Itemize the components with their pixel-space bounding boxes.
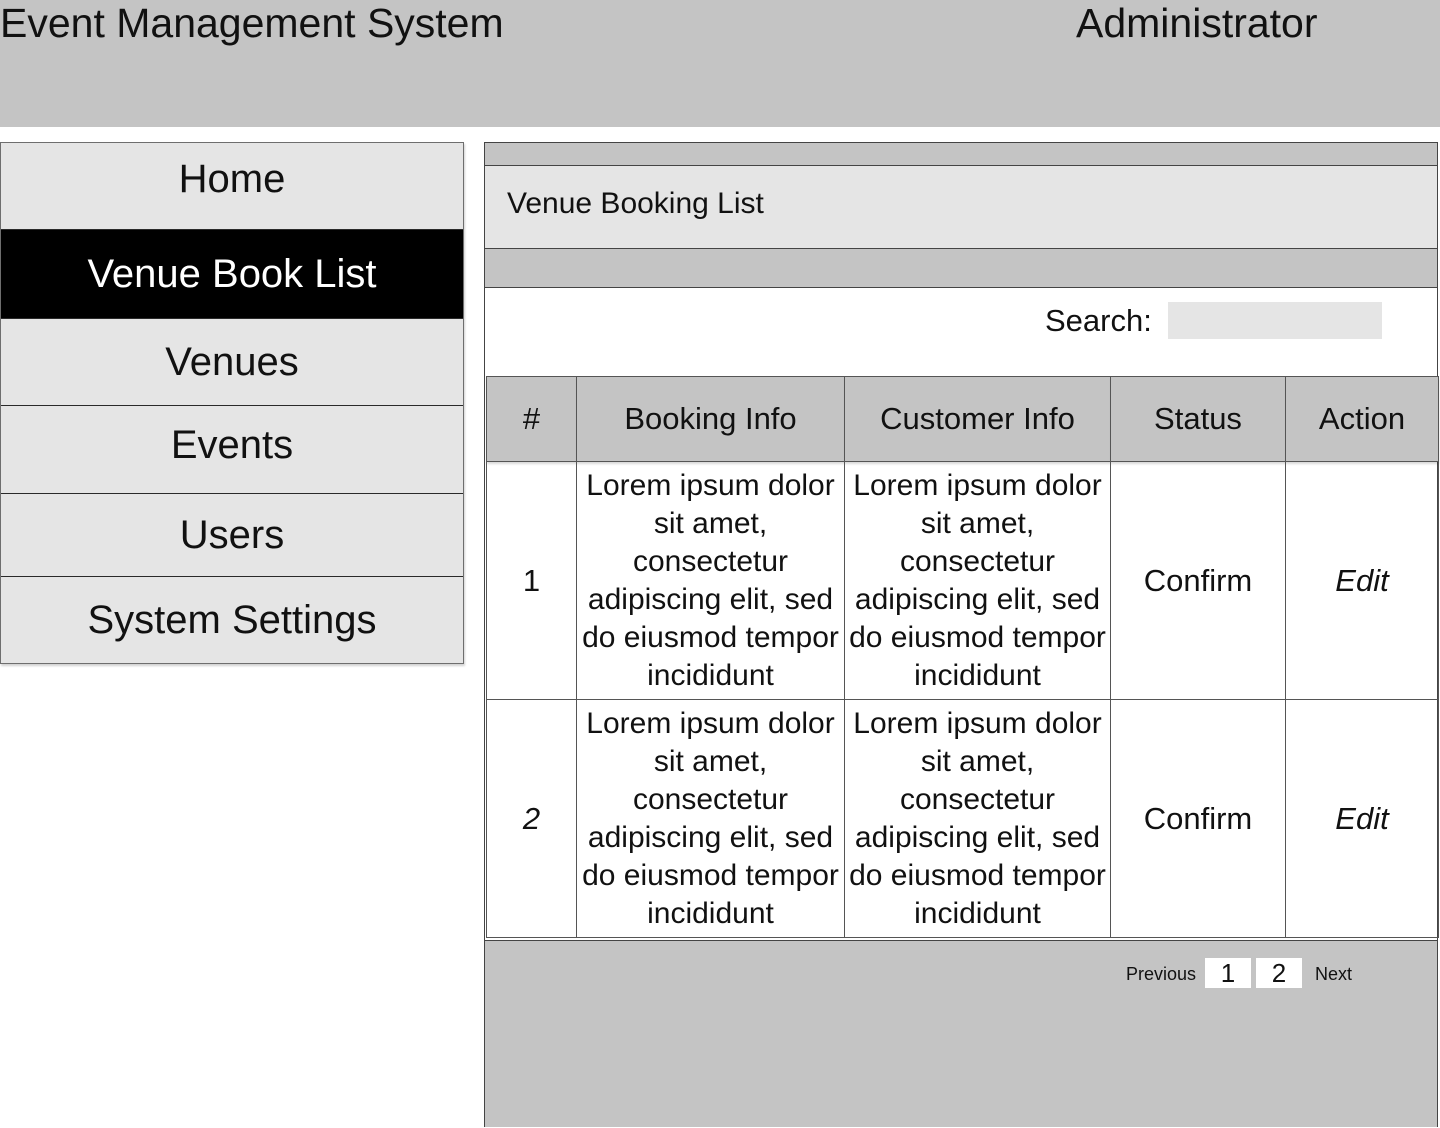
sidebar-item-label: Venue Book List (87, 251, 377, 296)
row-number: 2 (486, 699, 577, 938)
sidebar-item-venues[interactable]: Venues (1, 319, 463, 406)
panel-title-bar: Venue Booking List (485, 166, 1437, 249)
app-header: Event Management System Administrator (0, 0, 1440, 127)
sidebar-item-events[interactable]: Events (1, 406, 463, 494)
sidebar-item-label: Home (178, 156, 286, 201)
customer-info-cell: Lorem ipsum dolor sit amet, consectetur … (844, 699, 1111, 938)
status-cell: Confirm (1110, 699, 1286, 938)
page-title: Venue Booking List (507, 187, 764, 220)
user-name[interactable]: Administrator (1076, 0, 1318, 46)
status-cell: Confirm (1110, 461, 1286, 700)
sidebar-item-system-settings[interactable]: System Settings (1, 577, 463, 663)
row-number: 1 (486, 461, 577, 700)
sidebar-item-label: System Settings (87, 597, 377, 642)
search-input[interactable] (1168, 302, 1382, 339)
main-panel: Venue Booking List Search: # Booking Inf… (484, 142, 1439, 1127)
pagination-next[interactable]: Next (1315, 963, 1352, 985)
sidebar-item-label: Events (170, 423, 294, 467)
table-row: 2 Lorem ipsum dolor sit amet, consectetu… (486, 699, 1439, 938)
pagination-page-2[interactable]: 2 (1256, 958, 1302, 988)
column-header-customer-info[interactable]: Customer Info (844, 376, 1111, 462)
sidebar-item-users[interactable]: Users (1, 494, 463, 577)
table-row: 1 Lorem ipsum dolor sit amet, consectetu… (486, 461, 1439, 700)
sidebar-item-label: Venues (165, 339, 299, 384)
pagination-previous[interactable]: Previous (1126, 963, 1196, 985)
search-label: Search: (1045, 303, 1152, 338)
app-title: Event Management System (0, 0, 504, 46)
column-header-action[interactable]: Action (1285, 376, 1439, 462)
sidebar-item-venue-book-list[interactable]: Venue Book List (1, 230, 463, 319)
column-header-number[interactable]: # (486, 376, 577, 462)
table-header-row: # Booking Info Customer Info Status Acti… (486, 376, 1439, 462)
booking-info-cell: Lorem ipsum dolor sit amet, consectetur … (576, 699, 845, 938)
sidebar-nav: Home Venue Book List Venues Events Users… (0, 142, 464, 664)
edit-link[interactable]: Edit (1285, 699, 1439, 938)
pagination-page-1[interactable]: 1 (1205, 958, 1251, 988)
booking-table: # Booking Info Customer Info Status Acti… (486, 376, 1439, 938)
edit-link[interactable]: Edit (1285, 461, 1439, 700)
column-header-booking-info[interactable]: Booking Info (576, 376, 845, 462)
customer-info-cell: Lorem ipsum dolor sit amet, consectetur … (844, 461, 1111, 700)
panel-sub-bar (485, 249, 1437, 288)
booking-info-cell: Lorem ipsum dolor sit amet, consectetur … (576, 461, 845, 700)
pagination-bar: Previous 1 2 Next (485, 940, 1437, 1127)
sidebar-item-label: Users (179, 512, 285, 557)
panel-top-bar (485, 143, 1437, 166)
column-header-status[interactable]: Status (1110, 376, 1286, 462)
sidebar-item-home[interactable]: Home (1, 143, 463, 230)
